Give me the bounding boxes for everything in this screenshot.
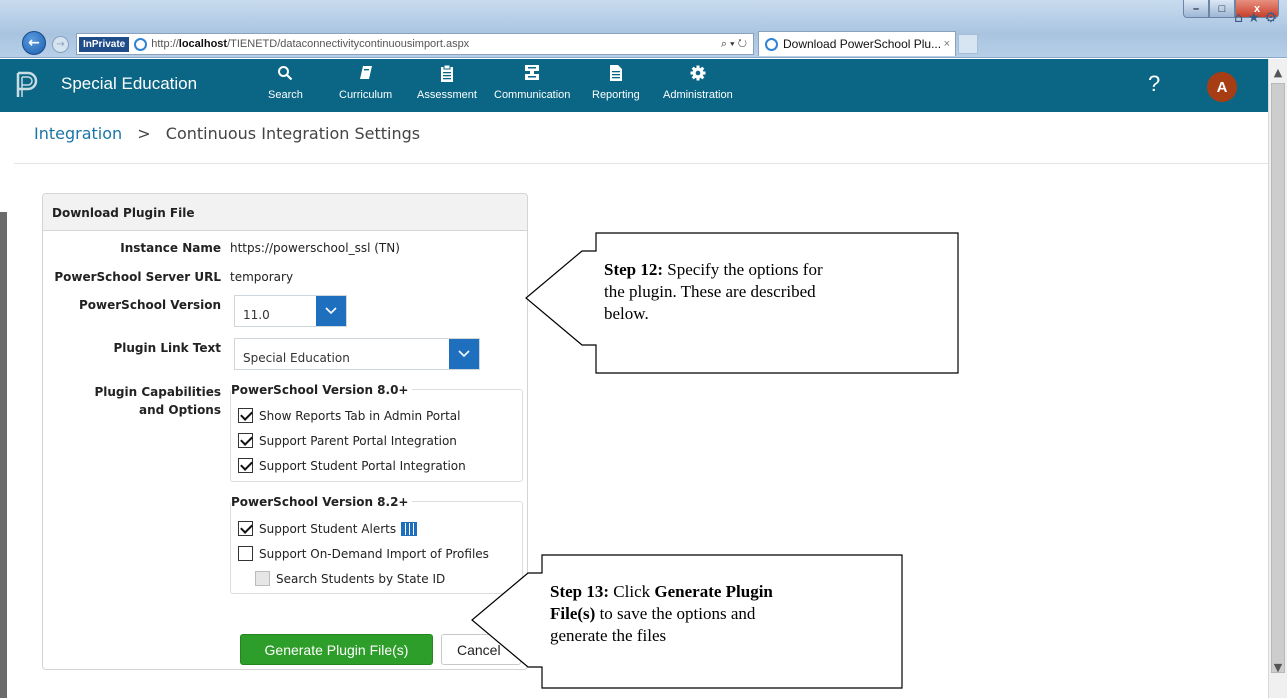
clipboard-icon <box>440 64 453 85</box>
back-button[interactable]: ← <box>22 31 46 55</box>
option-label: Search Students by State ID <box>276 571 446 586</box>
version-label: PowerSchool Version <box>79 298 221 312</box>
option-student-portal[interactable]: Support Student Portal Integration <box>238 458 466 473</box>
option-label: Support On-Demand Import of Profiles <box>259 546 489 561</box>
checkbox-disabled <box>255 571 270 586</box>
option-search-by-state-id: Search Students by State ID <box>255 571 445 586</box>
minimize-button[interactable]: – <box>1183 0 1209 18</box>
app-name[interactable]: Special Education <box>61 74 197 94</box>
powerschool-logo-icon[interactable] <box>16 71 38 99</box>
forward-arrow-icon: → <box>56 39 65 50</box>
generate-plugin-files-button[interactable]: Generate Plugin File(s) <box>240 634 433 665</box>
nav-communication-label: Communication <box>494 89 571 101</box>
cancel-button[interactable]: Cancel <box>441 634 521 665</box>
window-left-edge <box>0 212 7 698</box>
tab-close-icon[interactable]: × <box>944 38 950 50</box>
help-icon[interactable]: ? <box>1148 71 1160 97</box>
plugin-link-text-label: Plugin Link Text <box>113 341 221 355</box>
nav-search[interactable]: Search <box>268 65 303 101</box>
instance-name-value: https://powerschool_ssl (TN) <box>230 241 400 255</box>
nav-communication[interactable]: Communication <box>494 65 570 101</box>
option-label: Support Student Alerts <box>259 521 397 536</box>
option-show-reports-tab[interactable]: Show Reports Tab in Admin Portal <box>238 408 460 423</box>
nav-reporting[interactable]: Reporting <box>592 65 640 101</box>
plugin-link-text-select[interactable]: Special Education <box>234 338 480 370</box>
page-scrollbar[interactable]: ▲ ▼ <box>1268 59 1287 698</box>
checkbox-unchecked[interactable] <box>238 546 253 561</box>
app-header: Special Education Search Curriculum Asse… <box>0 59 1268 112</box>
chevron-down-icon[interactable] <box>316 296 346 326</box>
scrollbar-thumb[interactable] <box>1271 83 1285 673</box>
tab-title: Download PowerSchool Plu... <box>783 37 942 51</box>
option-label: Support Parent Portal Integration <box>259 433 457 448</box>
instance-name-label: Instance Name <box>120 241 221 255</box>
option-label: Show Reports Tab in Admin Portal <box>259 408 461 423</box>
gear-icon <box>690 65 706 85</box>
plugin-link-text-value: Special Education <box>243 351 350 365</box>
browser-navigation: ← → InPrivate http://localhost/TIENETD/d… <box>0 28 1287 58</box>
nav-administration-label: Administration <box>663 89 733 101</box>
version-select[interactable]: 11.0 <box>234 295 347 327</box>
breadcrumb-integration-link[interactable]: Integration <box>34 124 122 143</box>
chevron-down-icon[interactable] <box>449 339 479 369</box>
browser-tools[interactable]: ⌂ ★ ⚙ <box>1234 10 1277 26</box>
version-8-0-title: PowerSchool Version 8.0+ <box>231 383 413 397</box>
student-alerts-icon <box>401 521 418 536</box>
scroll-down-icon[interactable]: ▼ <box>1269 658 1287 676</box>
nav-search-label: Search <box>268 89 303 101</box>
version-8-2-title: PowerSchool Version 8.2+ <box>231 495 413 509</box>
breadcrumb-divider <box>14 163 1268 164</box>
new-tab-button[interactable] <box>958 34 978 54</box>
option-parent-portal[interactable]: Support Parent Portal Integration <box>238 433 457 448</box>
maximize-button[interactable]: □ <box>1209 0 1235 18</box>
book-icon <box>359 65 373 85</box>
forward-button[interactable]: → <box>52 36 69 53</box>
server-icon <box>525 65 540 85</box>
nav-assessment[interactable]: Assessment <box>417 64 477 101</box>
scroll-up-icon[interactable]: ▲ <box>1269 63 1287 81</box>
search-refresh-icons[interactable]: ⌕ ▾ ↻ <box>721 38 747 51</box>
capabilities-label-line1: Plugin Capabilities <box>94 385 221 399</box>
panel-title: Download Plugin File <box>43 194 527 231</box>
address-url[interactable]: http://localhost/TIENETD/dataconnectivit… <box>151 38 469 50</box>
checkbox-checked[interactable] <box>238 458 253 473</box>
page-title: Continuous Integration Settings <box>165 124 421 143</box>
option-label: Support Student Portal Integration <box>259 458 466 473</box>
server-url-label: PowerSchool Server URL <box>54 270 221 284</box>
option-on-demand-import[interactable]: Support On-Demand Import of Profiles <box>238 546 489 561</box>
search-icon <box>277 65 293 85</box>
nav-curriculum-label: Curriculum <box>339 89 393 101</box>
browser-titlebar: – □ x ← → InPrivate http://localhost/TIE… <box>0 0 1287 58</box>
nav-administration[interactable]: Administration <box>663 65 733 101</box>
checkbox-checked[interactable] <box>238 521 253 536</box>
back-arrow-icon: ← <box>28 35 40 51</box>
document-icon <box>609 65 622 85</box>
checkbox-checked[interactable] <box>238 408 253 423</box>
nav-curriculum[interactable]: Curriculum <box>339 65 392 101</box>
browser-tab[interactable]: Download PowerSchool Plu... × <box>758 31 956 56</box>
step-12-callout-text: Step 12: Specify the options for the plu… <box>604 260 823 323</box>
avatar[interactable]: A <box>1207 72 1237 102</box>
version-select-value: 11.0 <box>243 308 270 322</box>
server-url-value: temporary <box>230 270 294 284</box>
nav-reporting-label: Reporting <box>592 89 640 101</box>
step-13-callout-text: Step 13: Click Generate Plugin File(s) t… <box>550 582 773 645</box>
address-bar[interactable]: InPrivate http://localhost/TIENETD/datac… <box>76 33 754 55</box>
step-12-label: Step 12: <box>604 260 664 279</box>
ie-page-icon <box>134 37 148 51</box>
inprivate-badge: InPrivate <box>79 36 130 52</box>
step-13-label: Step 13: <box>550 582 610 601</box>
breadcrumb: Integration > Continuous Integration Set… <box>34 124 420 143</box>
nav-assessment-label: Assessment <box>417 89 477 101</box>
download-plugin-panel: Download Plugin File Instance Name https… <box>42 193 528 670</box>
option-student-alerts[interactable]: Support Student Alerts <box>238 521 418 536</box>
breadcrumb-separator: > <box>137 124 151 143</box>
ie-tab-icon <box>765 37 778 51</box>
capabilities-label-line2: and Options <box>139 403 221 417</box>
checkbox-checked[interactable] <box>238 433 253 448</box>
